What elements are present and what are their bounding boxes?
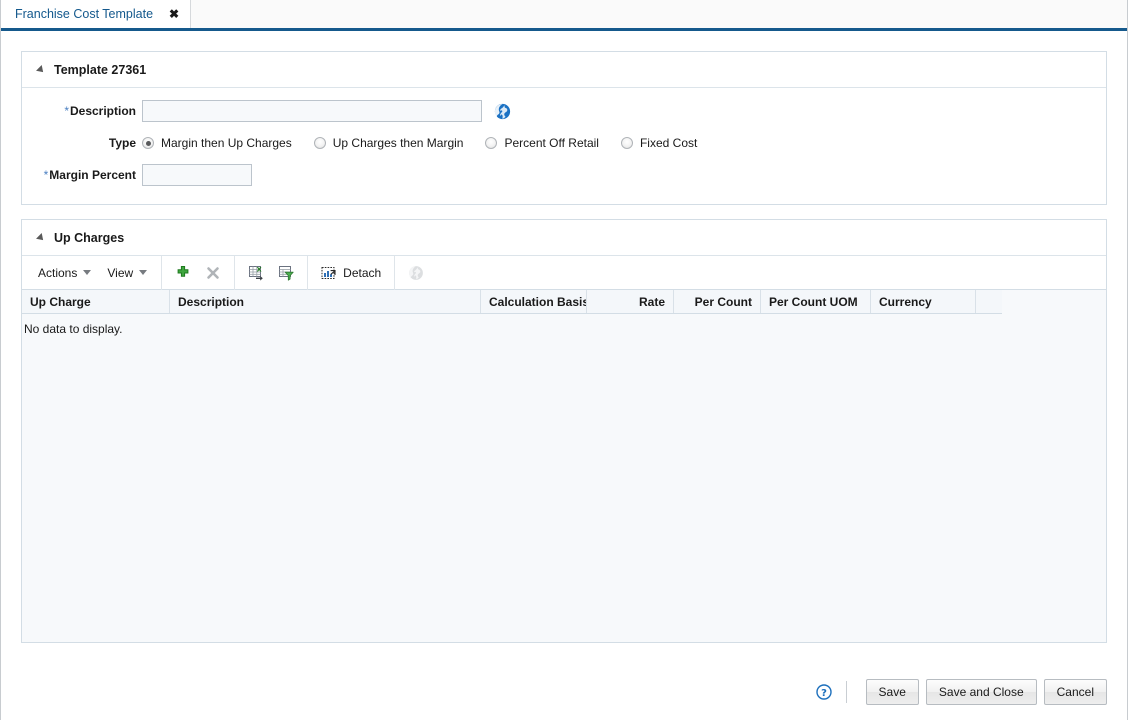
description-input[interactable]: [142, 100, 482, 122]
translate-button[interactable]: [401, 256, 431, 289]
column-header-1[interactable]: Description: [170, 290, 481, 313]
column-header-label: Currency: [879, 295, 932, 309]
required-marker: *: [64, 104, 69, 118]
add-row-button[interactable]: [168, 256, 198, 289]
tab-bar: Franchise Cost Template ✖: [1, 0, 1127, 31]
globe-icon-disabled: [408, 265, 424, 281]
globe-icon[interactable]: [494, 103, 511, 120]
table-header-row: Up Charge Description Calculation Basis Rat…: [22, 290, 1002, 314]
page-body: Template 27361 *Description: [1, 31, 1127, 720]
column-header-3[interactable]: Rate: [587, 290, 674, 313]
collapse-triangle-icon[interactable]: [36, 65, 46, 75]
column-header-2[interactable]: Calculation Basis: [481, 290, 587, 313]
column-header-label: Up Charge: [30, 295, 91, 309]
footer-separator: [846, 681, 847, 703]
empty-table-message: No data to display.: [22, 314, 1106, 336]
actions-menu[interactable]: Actions: [30, 256, 99, 289]
column-header-label: Description: [178, 295, 244, 309]
page-title: Template 27361: [54, 63, 146, 77]
view-menu-label: View: [107, 266, 133, 280]
radio-button-icon[interactable]: [621, 137, 633, 149]
detach-button[interactable]: Detach: [314, 256, 388, 289]
radio-button-icon[interactable]: [142, 137, 154, 149]
tab-franchise-cost-template[interactable]: Franchise Cost Template ✖: [1, 0, 191, 28]
view-menu[interactable]: View: [99, 256, 155, 289]
export-to-excel-icon: X: [248, 265, 264, 281]
column-header-6[interactable]: Currency: [871, 290, 976, 313]
type-label: Type: [22, 136, 142, 150]
column-header-0[interactable]: Up Charge: [22, 290, 170, 313]
tab-label: Franchise Cost Template: [15, 7, 153, 21]
description-row: *Description: [22, 100, 1106, 122]
detach-icon: [321, 265, 337, 281]
svg-text:X: X: [257, 265, 262, 273]
toolbar-separator: [394, 256, 395, 290]
svg-text:?: ?: [821, 688, 827, 699]
type-radio-label: Up Charges then Margin: [333, 136, 464, 150]
margin-percent-label: *Margin Percent: [22, 168, 142, 182]
type-radio-3[interactable]: Fixed Cost: [621, 136, 697, 150]
cross-icon: [205, 265, 221, 281]
toolbar-separator: [307, 256, 308, 290]
application-window: Franchise Cost Template ✖ Template 27361…: [0, 0, 1128, 720]
up-charges-panel: Up Charges Actions View: [21, 219, 1107, 643]
footer-buttons: Save Save and Close Cancel: [859, 679, 1107, 705]
type-radio-0[interactable]: Margin then Up Charges: [142, 136, 292, 150]
radio-button-icon[interactable]: [485, 137, 497, 149]
column-header-label: Per Count UOM: [769, 295, 858, 309]
description-label: *Description: [22, 104, 142, 118]
template-panel: Template 27361 *Description: [21, 51, 1107, 205]
export-to-excel-button[interactable]: X: [241, 256, 271, 289]
save-button[interactable]: Save: [866, 679, 919, 705]
template-panel-header[interactable]: Template 27361: [22, 52, 1106, 88]
required-marker: *: [44, 168, 49, 182]
help-icon[interactable]: ?: [816, 684, 832, 700]
close-icon[interactable]: ✖: [169, 8, 179, 20]
radio-button-icon[interactable]: [314, 137, 326, 149]
collapse-triangle-icon[interactable]: [36, 233, 46, 243]
table-toolbar: Actions View: [22, 256, 1106, 290]
chevron-down-icon: [139, 270, 147, 275]
column-header-label: Per Count: [695, 295, 752, 309]
column-header-label: Calculation Basis: [489, 295, 587, 309]
up-charges-panel-header[interactable]: Up Charges: [22, 220, 1106, 256]
toolbar-separator: [234, 256, 235, 290]
column-header-4[interactable]: Per Count: [674, 290, 761, 313]
type-radio-group: Margin then Up Charges Up Charges then Ma…: [142, 136, 719, 150]
template-form: *Description Type Margin then Up Char: [22, 88, 1106, 204]
query-by-example-icon: [278, 265, 294, 281]
cancel-button[interactable]: Cancel: [1044, 679, 1107, 705]
type-radio-2[interactable]: Percent Off Retail: [485, 136, 599, 150]
up-charges-table: Up Charge Description Calculation Basis Rat…: [22, 290, 1106, 642]
detach-label: Detach: [343, 266, 381, 280]
column-header-label: Rate: [639, 295, 665, 309]
type-row: Type Margin then Up Charges Up Charges th…: [22, 132, 1106, 154]
type-radio-label: Percent Off Retail: [504, 136, 599, 150]
column-header-5[interactable]: Per Count UOM: [761, 290, 871, 313]
query-by-example-button[interactable]: [271, 256, 301, 289]
save-and-close-button[interactable]: Save and Close: [926, 679, 1037, 705]
tab-bar-filler: [191, 0, 1127, 28]
delete-row-button[interactable]: [198, 256, 228, 289]
type-radio-1[interactable]: Up Charges then Margin: [314, 136, 464, 150]
toolbar-separator: [161, 256, 162, 290]
type-radio-label: Margin then Up Charges: [161, 136, 292, 150]
footer-action-bar: ? Save Save and Close Cancel: [21, 664, 1107, 720]
margin-percent-input[interactable]: [142, 164, 252, 186]
section-title: Up Charges: [54, 231, 124, 245]
actions-menu-label: Actions: [38, 266, 77, 280]
plus-icon: [175, 265, 191, 281]
chevron-down-icon: [83, 270, 91, 275]
type-radio-label: Fixed Cost: [640, 136, 697, 150]
margin-percent-row: *Margin Percent: [22, 164, 1106, 186]
